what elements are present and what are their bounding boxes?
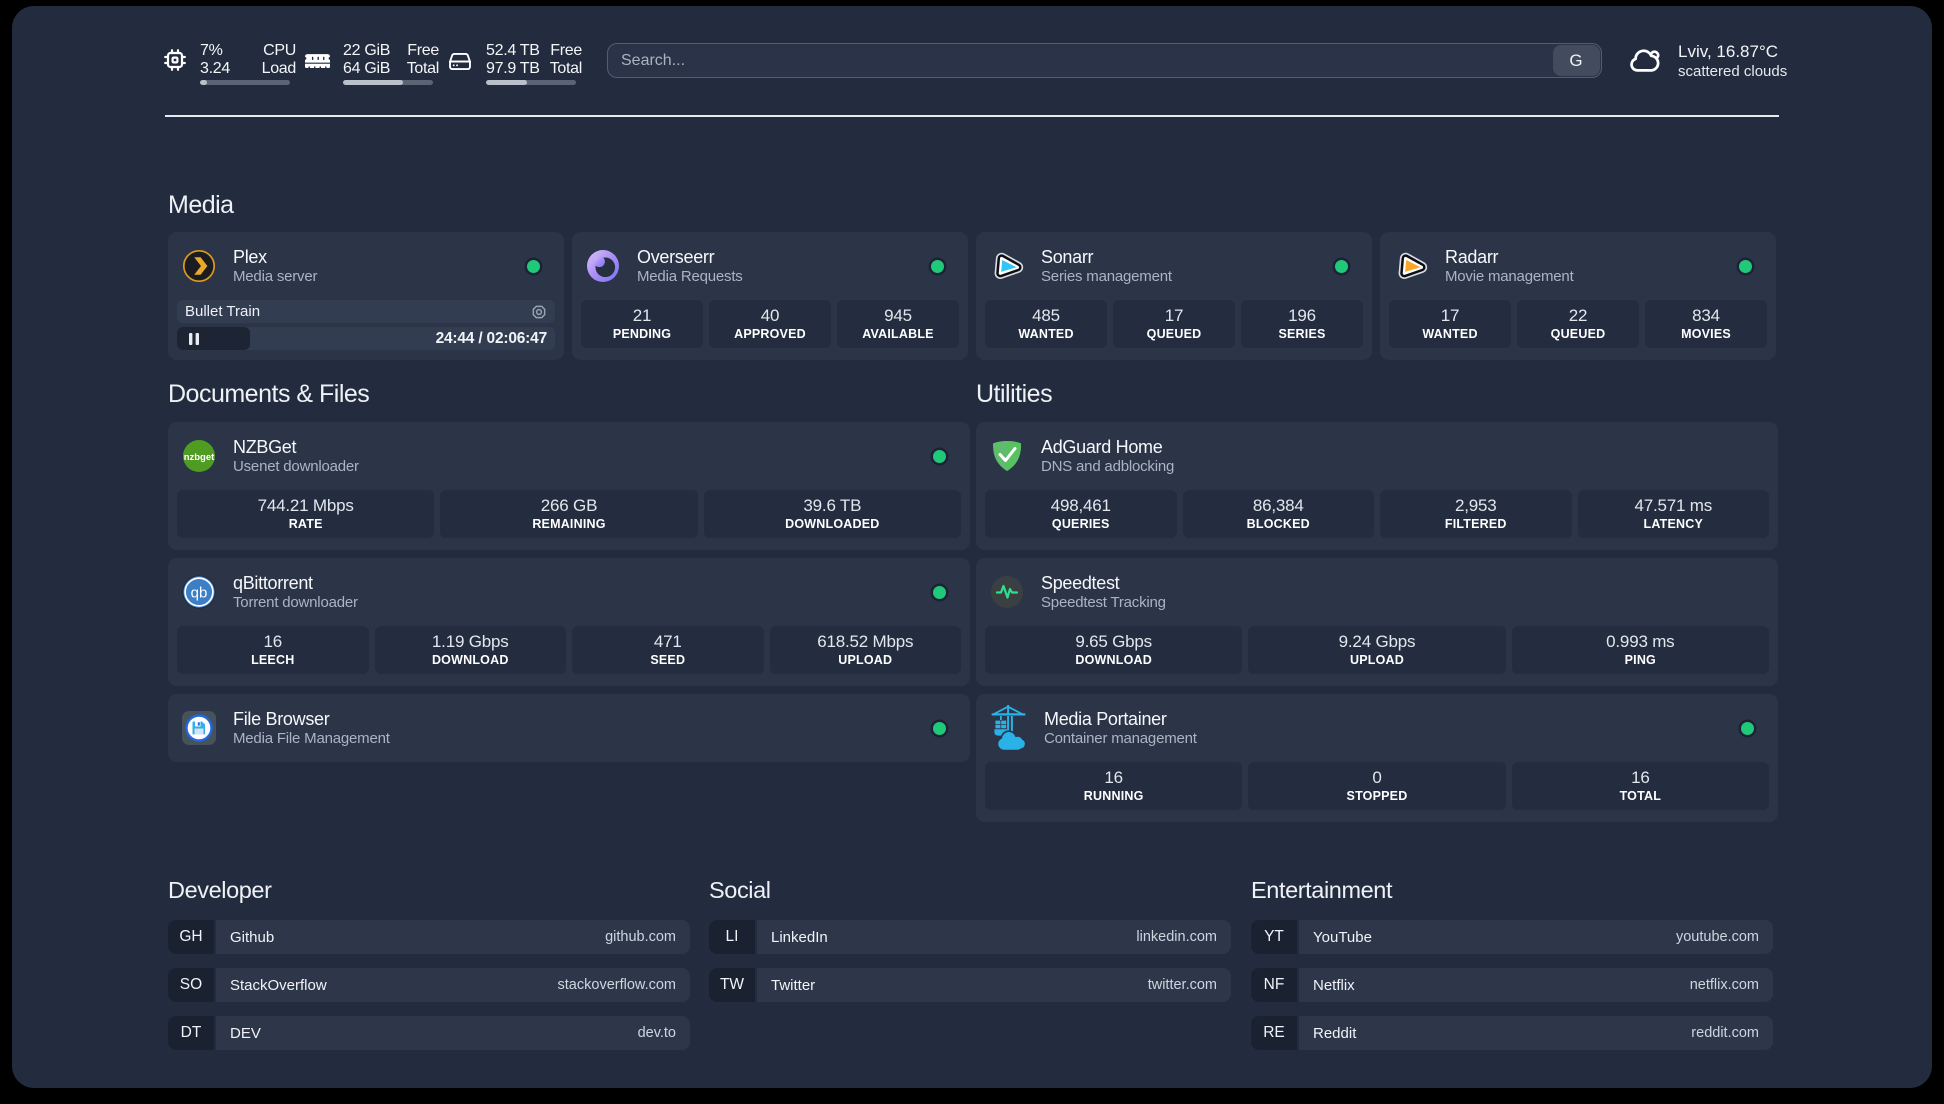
svg-text:qb: qb: [191, 585, 208, 602]
svg-text:nzbget: nzbget: [184, 452, 215, 463]
